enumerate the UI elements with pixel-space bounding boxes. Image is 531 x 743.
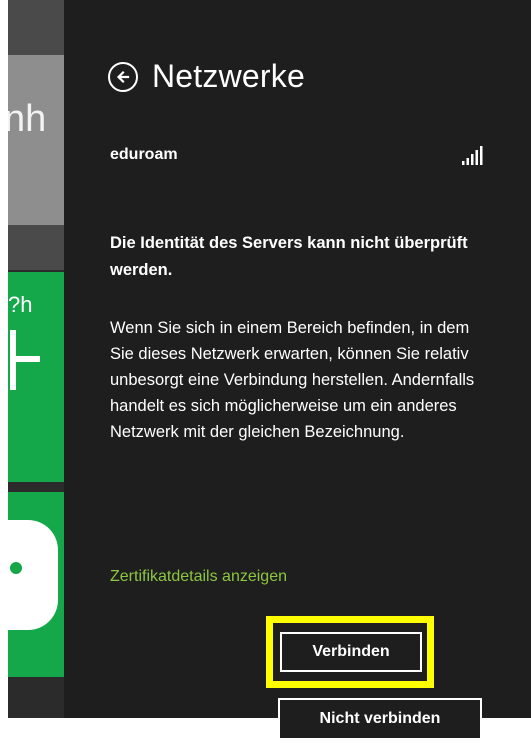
server-identity-warning: Die Identität des Servers kann nicht übe… xyxy=(110,234,468,279)
tile-partial-label: ?h xyxy=(8,292,33,317)
warning-description: Wenn Sie sich in einem Bereich befinden,… xyxy=(110,319,475,441)
connect-button[interactable]: Verbinden xyxy=(280,632,422,672)
background-bottom xyxy=(8,677,64,717)
networks-charm-panel: Netzwerke eduroam Die Identität des Serv… xyxy=(64,0,531,718)
windows-logo-icon xyxy=(10,330,46,390)
left-margin xyxy=(0,0,8,743)
network-item[interactable]: eduroam xyxy=(110,146,483,168)
back-arrow-icon[interactable] xyxy=(108,61,138,92)
tile-graphic xyxy=(8,520,58,630)
background-partial-text: nh xyxy=(4,98,47,140)
dont-connect-button[interactable]: Nicht verbinden xyxy=(278,698,482,740)
panel-header: Netzwerke xyxy=(108,58,305,95)
wifi-signal-icon xyxy=(462,146,483,165)
tile-dot-icon xyxy=(10,562,22,574)
arrow-left-icon xyxy=(116,70,130,83)
certificate-details-link[interactable]: Zertifikatdetails anzeigen xyxy=(110,568,287,586)
page-title: Netzwerke xyxy=(152,58,305,94)
network-name: eduroam xyxy=(110,146,178,163)
